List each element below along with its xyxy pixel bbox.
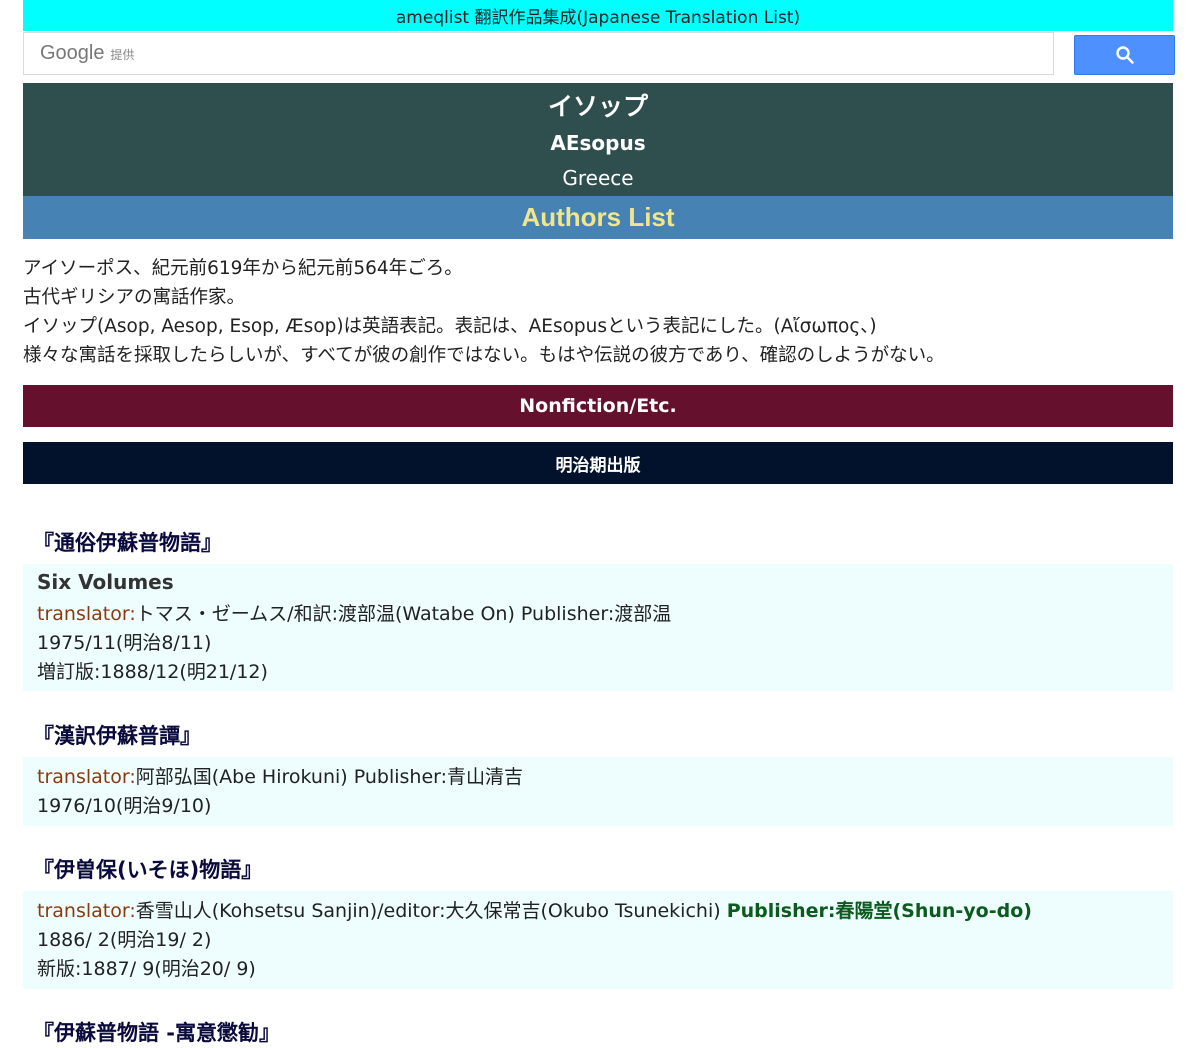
section-label: 明治期出版 xyxy=(555,455,641,476)
site-title: ameqlist 翻訳作品集成(Japanese Translation Lis… xyxy=(395,8,801,28)
section-header-nonfiction: Nonfiction/Etc. xyxy=(23,385,1173,427)
work-date: 1975/11(明治8/11) xyxy=(37,632,212,654)
translator-label: translator: xyxy=(37,766,136,788)
work-credit: translator:香雪山人(Kohsetsu Sanjin)/editor:… xyxy=(37,896,1032,923)
section-label: Nonfiction/Etc. xyxy=(519,395,677,417)
intro-line: 様々な寓話を採取したらしいが、すべてが彼の創作ではない。もはや伝説の彼方であり、… xyxy=(23,345,945,366)
work-card: Six Volumes translator:トマス・ゼームス/和訳:渡部温(W… xyxy=(23,564,1173,691)
work-credit: translator:阿部弘国(Abe Hirokuni) Publisher:… xyxy=(37,762,523,789)
work-date: 新版:1887/ 9(明治20/ 9) xyxy=(37,958,256,980)
search-bar: Google 提供 xyxy=(23,32,1175,75)
authors-list-link[interactable]: Authors List xyxy=(23,196,1173,239)
intro-line: イソップ(Asop, Aesop, Esop, Æsop)は英語表記。表記は、A… xyxy=(23,316,877,337)
work-credit: translator:トマス・ゼームス/和訳:渡部温(Watabe On) Pu… xyxy=(37,599,671,626)
work-title: 『通俗伊蘇普物語』 xyxy=(33,531,222,555)
credit-text: 阿部弘国(Abe Hirokuni) Publisher:青山清吉 xyxy=(135,766,524,788)
work-title: 『伊蘇普物語 -寓意懲勧』 xyxy=(33,1021,281,1045)
search-field-wrapper[interactable]: Google 提供 xyxy=(23,32,1054,75)
author-intro: アイソーポス、紀元前619年から紀元前564年ごろ。 古代ギリシアの寓話作家。 … xyxy=(23,254,1173,370)
section-header-meiji: 明治期出版 xyxy=(23,442,1173,484)
author-name-jp: イソップ xyxy=(547,92,648,121)
translator-label: translator: xyxy=(37,603,136,625)
author-header: イソップ AEsopus Greece xyxy=(23,83,1173,196)
work-card: translator:香雪山人(Kohsetsu Sanjin)/editor:… xyxy=(23,891,1173,989)
credit-text: 香雪山人(Kohsetsu Sanjin)/editor:大久保常吉(Okubo… xyxy=(135,900,727,922)
work-date: 増訂版:1888/12(明21/12) xyxy=(37,661,268,683)
work-title: 『伊曽保(いそほ)物語』 xyxy=(33,858,263,882)
author-country: Greece xyxy=(562,166,634,190)
search-button[interactable] xyxy=(1074,35,1175,75)
translator-label: translator: xyxy=(37,900,136,922)
work-subtitle: Six Volumes xyxy=(37,570,174,594)
google-logo: Google 提供 xyxy=(40,42,135,65)
intro-line: 古代ギリシアの寓話作家。 xyxy=(23,287,246,308)
work-date: 1886/ 2(明治19/ 2) xyxy=(37,929,212,951)
work-date: 1976/10(明治9/10) xyxy=(37,795,212,817)
search-icon xyxy=(1115,46,1134,64)
intro-line: アイソーポス、紀元前619年から紀元前564年ごろ。 xyxy=(23,258,463,279)
credit-text: トマス・ゼームス/和訳:渡部温(Watabe On) Publisher:渡部温 xyxy=(135,603,672,625)
work-title: 『漢訳伊蘇普譚』 xyxy=(33,724,201,748)
site-title-bar: ameqlist 翻訳作品集成(Japanese Translation Lis… xyxy=(23,0,1173,31)
author-name-en: AEsopus xyxy=(550,131,646,155)
google-brand-text: Google xyxy=(40,42,105,64)
publisher-highlight: Publisher:春陽堂(Shun-yo-do) xyxy=(726,900,1032,922)
search-input[interactable] xyxy=(194,37,1038,70)
provided-by-label: 提供 xyxy=(110,48,135,62)
work-card: translator:阿部弘国(Abe Hirokuni) Publisher:… xyxy=(23,757,1173,826)
